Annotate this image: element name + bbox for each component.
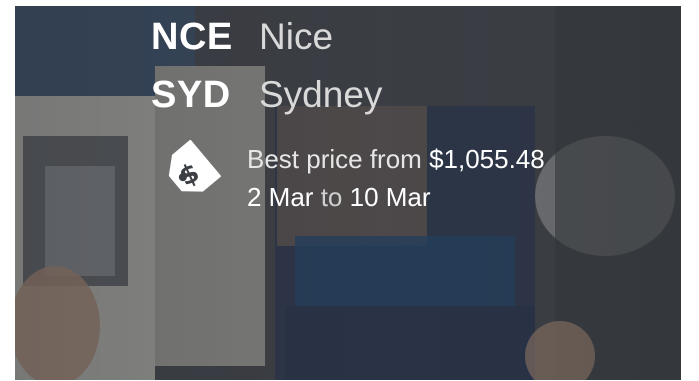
date-end: 10 Mar [349, 182, 431, 212]
date-connector: to [320, 182, 343, 212]
dates-line: 2 Mar to 10 Mar [247, 178, 545, 216]
origin-code: NCE [151, 16, 233, 58]
flight-card[interactable]: NCE Nice SYD Sydney $ Best price from $1… [15, 6, 681, 380]
price-line: Best price from $1,055.48 [247, 140, 545, 178]
price-amount: $1,055.48 [429, 144, 545, 174]
origin-city: Nice [259, 16, 334, 57]
glass-card-frame: NCE Nice SYD Sydney $ Best price from $1… [15, 6, 681, 380]
price-tag-icon: $ [157, 139, 222, 204]
destination-city: Sydney [259, 74, 383, 115]
origin-row: NCE Nice [151, 16, 333, 59]
price-info: Best price from $1,055.48 2 Mar to 10 Ma… [247, 140, 545, 216]
destination-row: SYD Sydney [151, 74, 382, 117]
date-start: 2 Mar [247, 182, 314, 212]
price-label: Best price from [247, 144, 422, 174]
destination-code: SYD [151, 74, 231, 116]
